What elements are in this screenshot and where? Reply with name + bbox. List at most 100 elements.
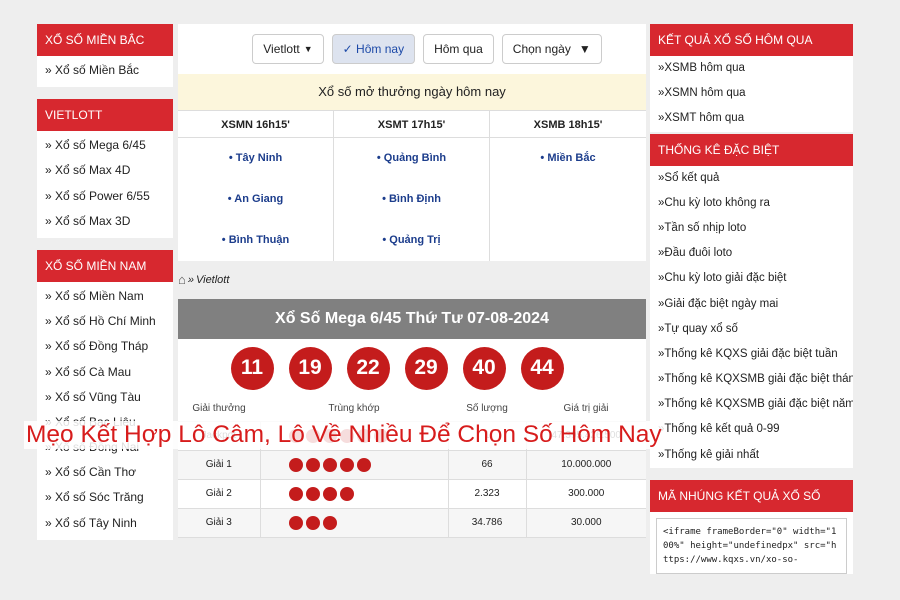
prize-name: Giải 3 bbox=[178, 508, 261, 538]
sidebar-link[interactable]: Giải đặc biệt ngày mai bbox=[650, 292, 853, 317]
sidebar-link[interactable]: Thống kê KQXSMB giải đặc biệt năm bbox=[650, 392, 853, 417]
sidebar-link[interactable]: Xổ số Hồ Chí Minh bbox=[37, 309, 173, 334]
main-content: Vietlott ▼ ✓ Hôm nay Hôm qua Chọn ngày ▼… bbox=[178, 24, 646, 538]
sidebar-link[interactable]: Xổ số Mega 6/45 bbox=[37, 133, 173, 158]
link-list: Xổ số Miền Nam Xổ số Hồ Chí Minh Xổ số Đ… bbox=[37, 282, 173, 540]
yesterday-label: Hôm qua bbox=[434, 42, 483, 56]
box-mien-nam: XỔ SỐ MIỀN NAM Xổ số Miền Nam Xổ số Hồ C… bbox=[37, 249, 173, 540]
province-link[interactable]: Bình Thuận bbox=[178, 220, 333, 261]
sidebar-link[interactable]: Thống kê giải nhất bbox=[650, 443, 853, 468]
sidebar-link[interactable]: Xổ số Miền Bắc bbox=[37, 58, 173, 83]
empty-cell bbox=[490, 179, 646, 261]
match-dots bbox=[260, 450, 449, 480]
check-icon: ✓ bbox=[342, 42, 357, 56]
choose-date-dropdown[interactable]: Chọn ngày ▼ bbox=[501, 34, 602, 64]
sidebar-link[interactable]: Thống kê KQXS giải đặc biệt tuần bbox=[650, 342, 853, 367]
table-row: Jackpot 1 47.395.426.500 bbox=[178, 421, 646, 451]
match-dot bbox=[288, 428, 303, 443]
yesterday-button[interactable]: Hôm qua bbox=[423, 34, 494, 64]
match-dot bbox=[339, 428, 354, 443]
match-dot bbox=[305, 428, 320, 443]
link-list: Xổ số Miền Bắc bbox=[37, 56, 173, 87]
sidebar-link[interactable]: Thống kê kết quả 0-99 bbox=[650, 417, 853, 442]
mega-result-title: Xổ Số Mega 6/45 Thứ Tư 07-08-2024 bbox=[178, 299, 646, 339]
open-today-heading: Xổ số mở thưởng ngày hôm nay bbox=[178, 74, 646, 110]
table-row: Giải 1 66 10.000.000 bbox=[178, 450, 646, 480]
prize-value: 10.000.000 bbox=[526, 450, 646, 480]
box-title: VIETLOTT bbox=[37, 99, 173, 132]
link-list: Xổ số Mega 6/45 Xổ số Max 4D Xổ số Power… bbox=[37, 131, 173, 238]
breadcrumb-sep: » bbox=[187, 274, 194, 286]
province-link[interactable]: Miền Bắc bbox=[490, 138, 646, 179]
sidebar-link[interactable]: Xổ số Max 4D bbox=[37, 158, 173, 183]
winner-count: 66 bbox=[448, 450, 527, 480]
box-title: XỔ SỐ MIỀN NAM bbox=[37, 249, 173, 282]
sidebar-link[interactable]: Xổ số Miền Nam bbox=[37, 284, 173, 309]
province-link[interactable]: An Giang bbox=[178, 179, 333, 220]
left-sidebar: XỔ SỐ MIỀN BẮC Xổ số Miền Bắc VIETLOTT X… bbox=[37, 24, 173, 552]
province-link[interactable]: Tây Ninh bbox=[178, 138, 333, 179]
match-dot bbox=[288, 515, 303, 530]
prize-table-body: Jackpot 1 47.395.426.500 Giải 1 66 10.00… bbox=[178, 421, 646, 538]
sidebar-link[interactable]: Xổ số Vũng Tàu bbox=[37, 385, 173, 410]
prize-value: 47.395.426.500 bbox=[526, 421, 646, 451]
embed-code-textarea[interactable]: <iframe frameBorder="0" width="100%" hei… bbox=[656, 517, 847, 574]
sidebar-link[interactable]: XSMB hôm qua bbox=[650, 56, 853, 81]
sidebar-link[interactable]: Sổ kết quả bbox=[650, 166, 853, 191]
province-link[interactable]: Quảng Trị bbox=[334, 220, 489, 261]
choose-date-label: Chọn ngày bbox=[512, 42, 571, 56]
sidebar-link[interactable]: Xổ số Bạc Liêu bbox=[37, 410, 173, 435]
column-header: Giá trị giải bbox=[526, 397, 646, 422]
prize-name: Giải 2 bbox=[178, 479, 261, 509]
page: XỔ SỐ MIỀN BẮC Xổ số Miền Bắc VIETLOTT X… bbox=[0, 0, 900, 600]
sidebar-link[interactable]: Đầu đuôi loto bbox=[650, 241, 853, 266]
today-button[interactable]: ✓ Hôm nay bbox=[331, 34, 416, 64]
province-link[interactable]: Bình Định bbox=[334, 179, 489, 220]
table-row: Giải 2 2.323 300.000 bbox=[178, 479, 646, 509]
sidebar-link[interactable]: Xổ số Max 3D bbox=[37, 209, 173, 234]
box-mien-bac: XỔ SỐ MIỀN BẮC Xổ số Miền Bắc bbox=[37, 24, 173, 88]
sidebar-link[interactable]: Xổ số Sóc Trăng bbox=[37, 485, 173, 510]
sidebar-link[interactable]: Tần số nhịp loto bbox=[650, 216, 853, 241]
box-title: XỔ SỐ MIỀN BẮC bbox=[37, 24, 173, 56]
table-header-row: Giải thưởng Trùng khớp Số lượng Giá trị … bbox=[178, 397, 646, 422]
sidebar-link[interactable]: XSMT hôm qua bbox=[650, 106, 853, 131]
winner-count: 34.786 bbox=[448, 508, 527, 538]
sidebar-link[interactable]: XSMN hôm qua bbox=[650, 81, 853, 106]
sidebar-link[interactable]: Tự quay xổ số bbox=[650, 317, 853, 342]
match-dot bbox=[339, 457, 354, 472]
winning-numbers: 11 19 22 29 40 44 bbox=[178, 339, 646, 397]
match-dots bbox=[260, 421, 449, 451]
home-icon[interactable]: ⌂ bbox=[178, 261, 186, 299]
sidebar-link[interactable]: Xổ số Đồng Tháp bbox=[37, 334, 173, 359]
match-dots bbox=[260, 479, 449, 509]
box-vietlott: VIETLOTT Xổ số Mega 6/45 Xổ số Max 4D Xổ… bbox=[37, 99, 173, 238]
draw-column-head: XSMN 16h15' bbox=[178, 110, 333, 138]
today-label: Hôm nay bbox=[356, 42, 405, 56]
sidebar-link[interactable]: Chu kỳ loto không ra bbox=[650, 191, 853, 216]
match-dots bbox=[260, 508, 449, 538]
sidebar-link[interactable]: Xổ số Power 6/55 bbox=[37, 184, 173, 209]
draw-column-head: XSMT 17h15' bbox=[334, 110, 489, 138]
column-header: Giải thưởng bbox=[178, 397, 260, 422]
sidebar-link[interactable]: Xổ số Cần Thơ bbox=[37, 460, 173, 485]
sidebar-link[interactable]: Xổ số Cà Mau bbox=[37, 360, 173, 385]
vietlott-dropdown[interactable]: Vietlott ▼ bbox=[252, 34, 324, 64]
winner-count: 2.323 bbox=[448, 479, 527, 509]
match-dots-group bbox=[261, 486, 448, 501]
box-results-yesterday: KẾT QUẢ XỔ SỐ HÔM QUA XSMB hôm qua XSMN … bbox=[650, 24, 853, 132]
prize-name: Giải 1 bbox=[178, 450, 261, 480]
number-ball: 44 bbox=[520, 346, 564, 390]
breadcrumb-link[interactable]: Vietlott bbox=[196, 261, 229, 299]
caret-down-icon: ▼ bbox=[578, 42, 591, 56]
box-special-stats: THỐNG KÊ ĐẶC BIỆT Sổ kết quả Chu kỳ loto… bbox=[650, 133, 853, 468]
winner-count: 1 bbox=[448, 421, 527, 451]
province-link[interactable]: Quảng Bình bbox=[334, 138, 489, 179]
sidebar-link[interactable]: Thống kê KQXSMB giải đặc biệt tháng bbox=[650, 367, 853, 392]
sidebar-link[interactable]: Chu kỳ loto giải đặc biệt bbox=[650, 266, 853, 291]
sidebar-link[interactable]: Xổ số Tây Ninh bbox=[37, 511, 173, 536]
match-dot bbox=[356, 457, 371, 472]
match-dot bbox=[288, 486, 303, 501]
draw-schedule: XSMN 16h15' Tây Ninh An Giang Bình Thuận… bbox=[178, 110, 646, 261]
sidebar-link[interactable]: Xổ số Đồng Nai bbox=[37, 435, 173, 460]
